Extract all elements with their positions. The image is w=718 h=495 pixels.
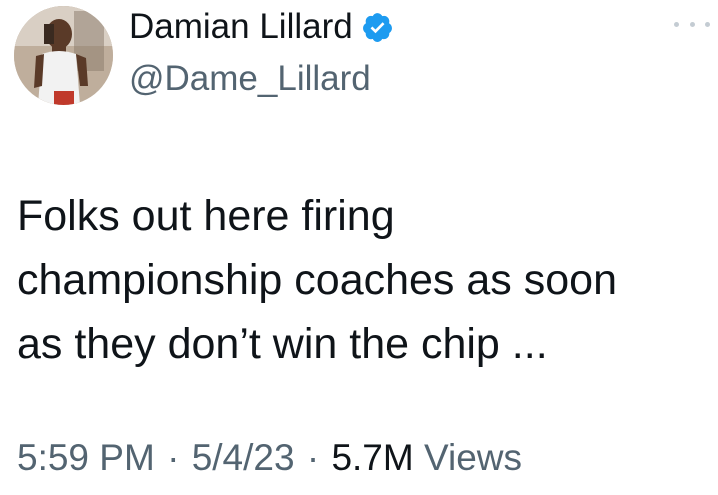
tweet-card: Damian Lillard @Dame_Lillard Folks out h… bbox=[0, 0, 718, 495]
tweet-text-line: championship coaches as soon bbox=[17, 256, 617, 304]
more-dot bbox=[705, 21, 710, 27]
tweet-text-line: as they don’t win the chip ... bbox=[17, 320, 548, 368]
more-options-icon[interactable] bbox=[674, 14, 710, 34]
views-label: Views bbox=[424, 437, 523, 478]
tweet-text-line: Folks out here firing bbox=[17, 192, 395, 240]
more-dot bbox=[674, 21, 679, 27]
author-handle[interactable]: @Dame_Lillard bbox=[129, 59, 371, 99]
more-dot bbox=[689, 21, 695, 27]
author-name-row: Damian Lillard bbox=[129, 2, 394, 52]
verified-badge-icon bbox=[361, 11, 394, 44]
tweet-time[interactable]: 5:59 PM bbox=[17, 437, 155, 478]
tweet-text: Folks out here firing championship coach… bbox=[17, 184, 707, 376]
meta-separator: · bbox=[167, 437, 180, 478]
views-count: 5.7M bbox=[331, 437, 414, 478]
avatar[interactable] bbox=[14, 6, 113, 105]
author-display-name[interactable]: Damian Lillard bbox=[129, 7, 353, 47]
tweet-date[interactable]: 5/4/23 bbox=[192, 437, 295, 478]
meta-separator: · bbox=[306, 437, 320, 478]
tweet-meta: 5:59 PM · 5/4/23 · 5.7M Views bbox=[17, 437, 522, 479]
